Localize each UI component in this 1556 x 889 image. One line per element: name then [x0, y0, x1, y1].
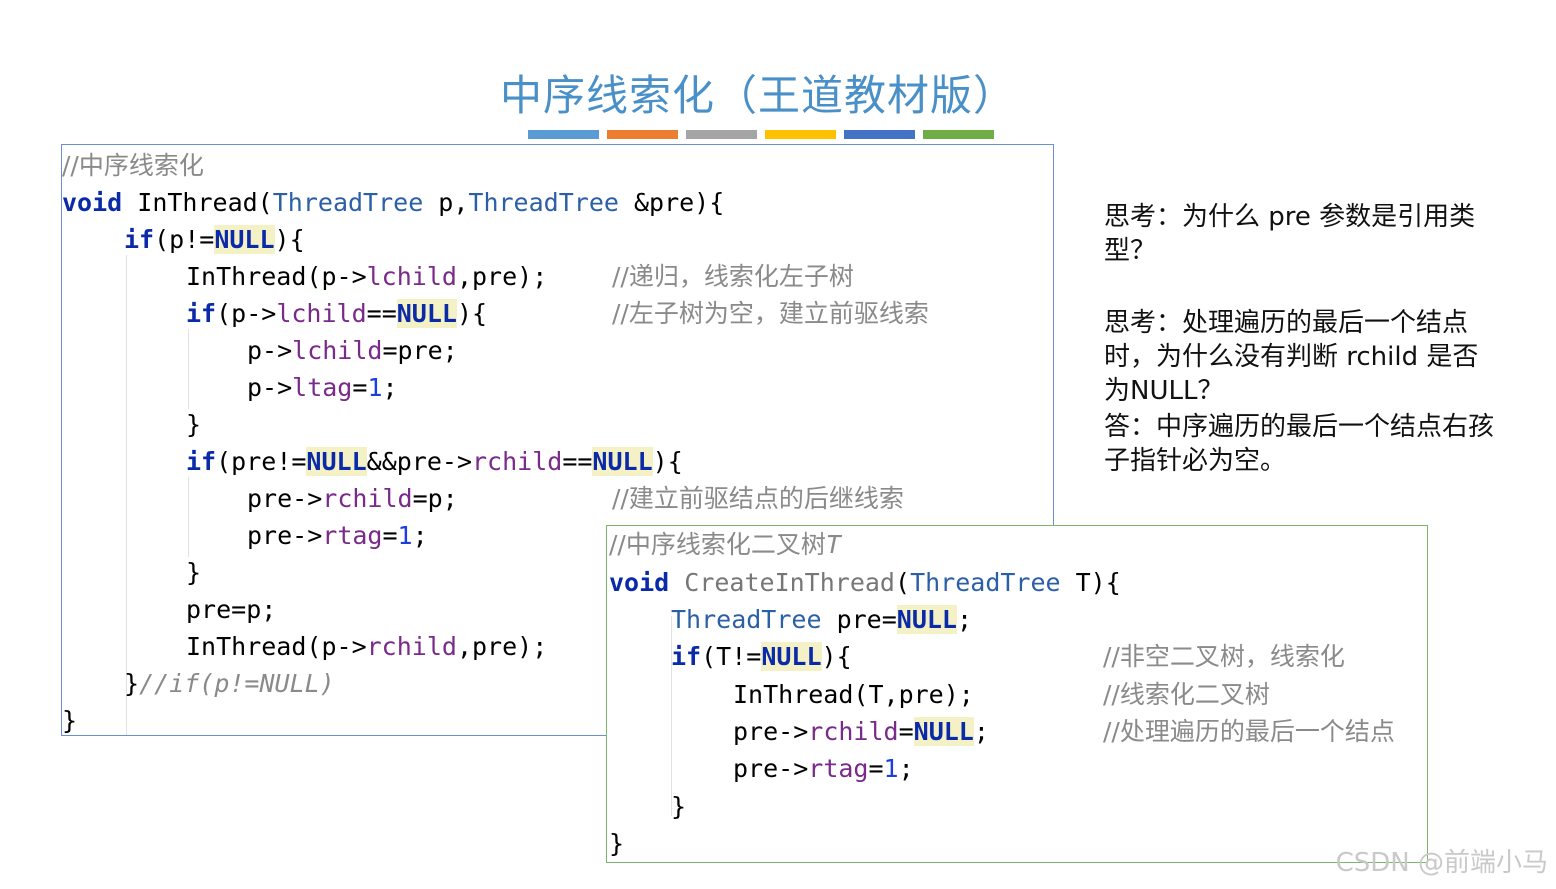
code-line: if(pre!=NULL&&pre->rchild==NULL){	[186, 447, 683, 476]
code-comment: //线索化二叉树	[1103, 680, 1270, 709]
code-line: pre=p;	[186, 595, 277, 624]
code-line: }	[186, 410, 202, 439]
watermark: CSDN @前端小马	[1335, 848, 1548, 878]
code-line: }//if(p!=NULL)	[124, 669, 335, 698]
code-line: InThread(p->rchild,pre);	[186, 632, 548, 661]
code-line: }	[186, 558, 202, 587]
color-bar-3	[686, 130, 757, 139]
code-line: void CreateInThread(ThreadTree T){	[609, 568, 1121, 597]
note-question-1: 思考：为什么 pre 参数是引用类型？	[1104, 202, 1476, 266]
code-comment: //非空二叉树，线索化	[1103, 642, 1345, 671]
note-answer-2: 答：中序遍历的最后一个结点右孩子指针必为空。	[1104, 412, 1495, 476]
indent-guide	[188, 477, 189, 557]
code-line: ThreadTree pre=NULL;	[671, 605, 973, 634]
code-comment: //递归，线索化左子树	[612, 262, 854, 291]
code-line: p->ltag=1;	[247, 373, 398, 402]
code-line: pre->rtag=1;	[733, 754, 914, 783]
code-comment: //建立前驱结点的后继线索	[612, 484, 904, 513]
code-line: pre->rchild=p;	[247, 484, 458, 513]
code-line: if(p!=NULL){	[124, 225, 305, 254]
code-line: if(T!=NULL){	[671, 642, 852, 671]
code-line: }	[62, 706, 78, 735]
color-bar-2	[607, 130, 678, 139]
code-line: InThread(p->lchild,pre);	[186, 262, 548, 291]
code-line: }	[671, 792, 687, 821]
indent-guide	[126, 255, 127, 735]
code-line: //中序线索化二叉树T	[609, 530, 841, 559]
code-line: p->lchild=pre;	[247, 336, 458, 365]
color-bar-4	[765, 130, 836, 139]
color-bar-6	[923, 130, 994, 139]
code-block-createinthread: //中序线索化二叉树T void CreateInThread(ThreadTr…	[606, 525, 1428, 863]
code-line: pre->rchild=NULL;	[733, 717, 989, 746]
code-comment: //处理遍历的最后一个结点	[1103, 717, 1395, 746]
code-line: //中序线索化	[62, 151, 204, 180]
code-line: InThread(T,pre);	[733, 680, 974, 709]
indent-guide	[188, 329, 189, 409]
color-bar-1	[528, 130, 599, 139]
note-question-2: 思考：处理遍历的最后一个结点时，为什么没有判断 rchild 是否为NULL？	[1104, 308, 1479, 406]
code-line: if(p->lchild==NULL){	[186, 299, 488, 328]
code-line: pre->rtag=1;	[247, 521, 428, 550]
title-color-bars	[528, 130, 994, 139]
code-line: void InThread(ThreadTree p,ThreadTree &p…	[62, 188, 725, 217]
code-line: }	[609, 829, 625, 858]
code-comment: //左子树为空，建立前驱线索	[612, 299, 929, 328]
page-title: 中序线索化（王道教材版）	[499, 71, 1016, 120]
color-bar-5	[844, 130, 915, 139]
